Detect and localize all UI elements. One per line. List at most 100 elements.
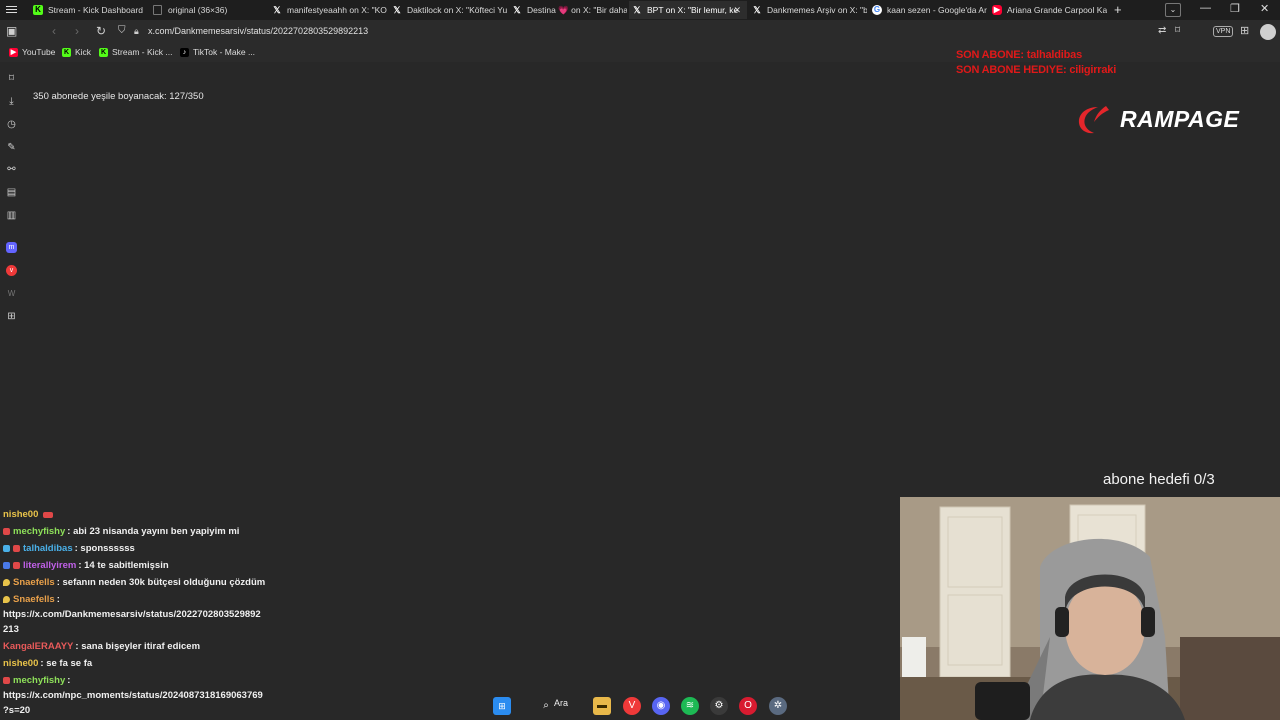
chat-username: literallyirem	[23, 560, 77, 571]
chat-message: Snaefells: sefanın neden 30k bütçesi old…	[3, 577, 265, 589]
chat-message: KangalERAAYY: sana bişeyler itiraf edice…	[3, 641, 200, 653]
chat-link-text[interactable]: 213	[3, 624, 19, 636]
bookmark-label: Stream - Kick ...	[112, 47, 173, 57]
tab-youtube-ariana[interactable]: ▶ Ariana Grande Carpool Kara	[989, 1, 1107, 19]
bookmark-tiktok[interactable]: ♪ TikTok - Make ...	[180, 47, 255, 57]
close-window-icon[interactable]: ✕	[1260, 2, 1269, 15]
bookmark-youtube[interactable]: ▶ YouTube	[9, 47, 55, 57]
translate-icon[interactable]: ⇄	[1158, 25, 1166, 36]
bookmark-kick[interactable]: K Kick	[62, 47, 91, 57]
minimize-icon[interactable]: —	[1200, 2, 1211, 14]
forward-icon[interactable]: ›	[75, 24, 79, 38]
file-explorer-icon[interactable]: ▬	[593, 697, 611, 715]
tab-list-chevron-icon[interactable]: ⌄	[1165, 3, 1181, 17]
tiktok-icon: ♪	[180, 48, 189, 57]
browser-menu-icon[interactable]	[6, 4, 17, 15]
chat-username: nishe00	[3, 658, 39, 669]
close-tab-icon[interactable]: ✕	[733, 1, 741, 19]
chat-link-text[interactable]: ?s=20	[3, 705, 30, 717]
chat-username: KangalERAAYY	[3, 641, 74, 652]
tab-label: Ariana Grande Carpool Kara	[1007, 5, 1107, 15]
rampage-logo: RAMPAGE	[1076, 104, 1266, 136]
chat-text: : sponssssss	[74, 543, 135, 554]
vivaldi-icon[interactable]: V	[623, 697, 641, 715]
subscriber-badge-icon	[13, 562, 20, 569]
notes-icon[interactable]: ✎	[6, 142, 17, 153]
chat-text: : se fa se fa	[40, 658, 93, 669]
wikipedia-icon[interactable]: W	[6, 288, 17, 299]
chat-text: : 14 te sabitlemişsin	[78, 560, 169, 571]
tab-label: manifestyeaahh on X: "KOY	[287, 5, 387, 15]
tab-label: Destina 💗 on X: "Bir daha	[527, 5, 627, 15]
taskbar-search-label[interactable]: Ara	[554, 698, 568, 708]
tab-x-manifestyeaahh[interactable]: 𝕏 manifestyeaahh on X: "KOY	[269, 1, 387, 19]
discord-icon[interactable]: ◉	[652, 697, 670, 715]
chat-username: mechyfishy	[13, 675, 66, 686]
tab-label: original (36×36)	[168, 5, 228, 15]
bookmarks-panel-icon[interactable]: ⌑	[6, 73, 17, 84]
moderator-badge-icon	[3, 562, 10, 569]
calendar-icon[interactable]: ▤	[6, 187, 17, 198]
downloads-icon[interactable]: ⤓	[6, 96, 17, 107]
tab-x-daktilock[interactable]: 𝕏 Daktilock on X: "Köfteci Yus	[389, 1, 507, 19]
chat-username: mechyfishy	[13, 526, 66, 537]
extensions-icon[interactable]: ⊞	[1240, 24, 1249, 37]
reading-list-icon[interactable]: ▥	[6, 210, 17, 221]
bookmark-icon[interactable]: ⌑	[1175, 25, 1180, 36]
profile-avatar[interactable]	[1260, 24, 1276, 40]
chat-link-text[interactable]: https://x.com/npc_moments/status/2024087…	[3, 690, 263, 702]
spotify-icon[interactable]: ≋	[681, 697, 699, 715]
flame-badge-icon	[3, 596, 10, 603]
panel-toggle-icon[interactable]: ▣	[6, 24, 17, 38]
kick-icon: K	[33, 5, 43, 15]
chat-link-text[interactable]: https://x.com/Dankmemesarsiv/status/2022…	[3, 609, 261, 621]
back-icon[interactable]: ‹	[52, 24, 56, 38]
settings-icon[interactable]: ✲	[769, 697, 787, 715]
bookmark-stream-kick[interactable]: K Stream - Kick ...	[99, 47, 172, 57]
steam-icon[interactable]: ⚙	[710, 697, 728, 715]
tab-label: kaan sezen - Google'da Ara	[887, 5, 987, 15]
subscriber-goal-text: 350 abonede yeşile boyanacak: 127/350	[33, 91, 204, 102]
vivaldi-panel-icon[interactable]: v	[6, 265, 17, 276]
vpn-button[interactable]: VPN	[1213, 26, 1234, 37]
x-icon: 𝕏	[753, 5, 761, 15]
flame-badge-icon	[3, 579, 10, 586]
add-panel-icon[interactable]: ⊞	[6, 311, 17, 322]
chat-message: literallyirem: 14 te sabitlemişsin	[3, 560, 169, 572]
chat-username: Snaefells	[13, 594, 55, 605]
new-tab-icon[interactable]: +	[1114, 2, 1122, 17]
chat-username: nishe00	[3, 509, 39, 520]
tab-x-dankmemes[interactable]: 𝕏 Dankmemes Arşiv on X: "bu	[749, 1, 867, 19]
mastodon-icon[interactable]: m	[6, 242, 17, 253]
chat-message: Snaefells:	[3, 594, 60, 606]
emote-icon	[43, 512, 54, 518]
chat-username: talhaldibas	[23, 543, 73, 554]
shield-icon[interactable]: ⛉	[118, 25, 126, 36]
bookmark-label: YouTube	[22, 47, 56, 57]
tab-x-destina[interactable]: 𝕏 Destina 💗 on X: "Bir daha	[509, 1, 627, 19]
search-icon[interactable]: ⌕	[537, 697, 555, 715]
restore-icon[interactable]: ❐	[1230, 2, 1240, 15]
history-icon[interactable]: ◷	[6, 119, 17, 130]
diamond-badge-icon	[3, 545, 10, 552]
chat-text: : sana bişeyler itiraf edicem	[75, 641, 201, 652]
tab-kick-dashboard[interactable]: K Stream - Kick Dashboard	[30, 1, 148, 19]
last-subscriber: SON ABONE: talhaldibas	[956, 49, 1082, 61]
bookmark-label: Kick	[75, 47, 92, 57]
opera-icon[interactable]: O	[739, 697, 757, 715]
webcam-scene	[900, 497, 1280, 720]
tab-original-image[interactable]: original (36×36)	[150, 1, 268, 19]
side-panel: ⌑ ⤓ ◷ ✎ ⚯ ▤ ▥ m v W ⊞	[0, 62, 22, 502]
tab-google-search[interactable]: G kaan sezen - Google'da Ara	[869, 1, 987, 19]
translate-panel-icon[interactable]: ⚯	[6, 164, 17, 175]
windows-start-icon[interactable]: ⊞	[493, 697, 511, 715]
address-bar-row: ▣ ‹ › ↻ ⛉ 🔒︎ x.com/Dankmemesarsiv/status…	[0, 20, 1280, 44]
url-field[interactable]: x.com/Dankmemesarsiv/status/202270280352…	[148, 26, 368, 36]
subscriber-badge-icon	[13, 545, 20, 552]
youtube-icon: ▶	[992, 5, 1002, 15]
x-icon: 𝕏	[393, 5, 401, 15]
tab-x-bpt-active[interactable]: 𝕏 BPT on X: "Bir lemur, ke ✕	[629, 1, 747, 19]
last-subscriber-overlay: SON ABONE: talhaldibas SON ABONE HEDIYE:…	[956, 48, 1116, 78]
x-icon: 𝕏	[513, 5, 521, 15]
reload-icon[interactable]: ↻	[96, 24, 106, 38]
